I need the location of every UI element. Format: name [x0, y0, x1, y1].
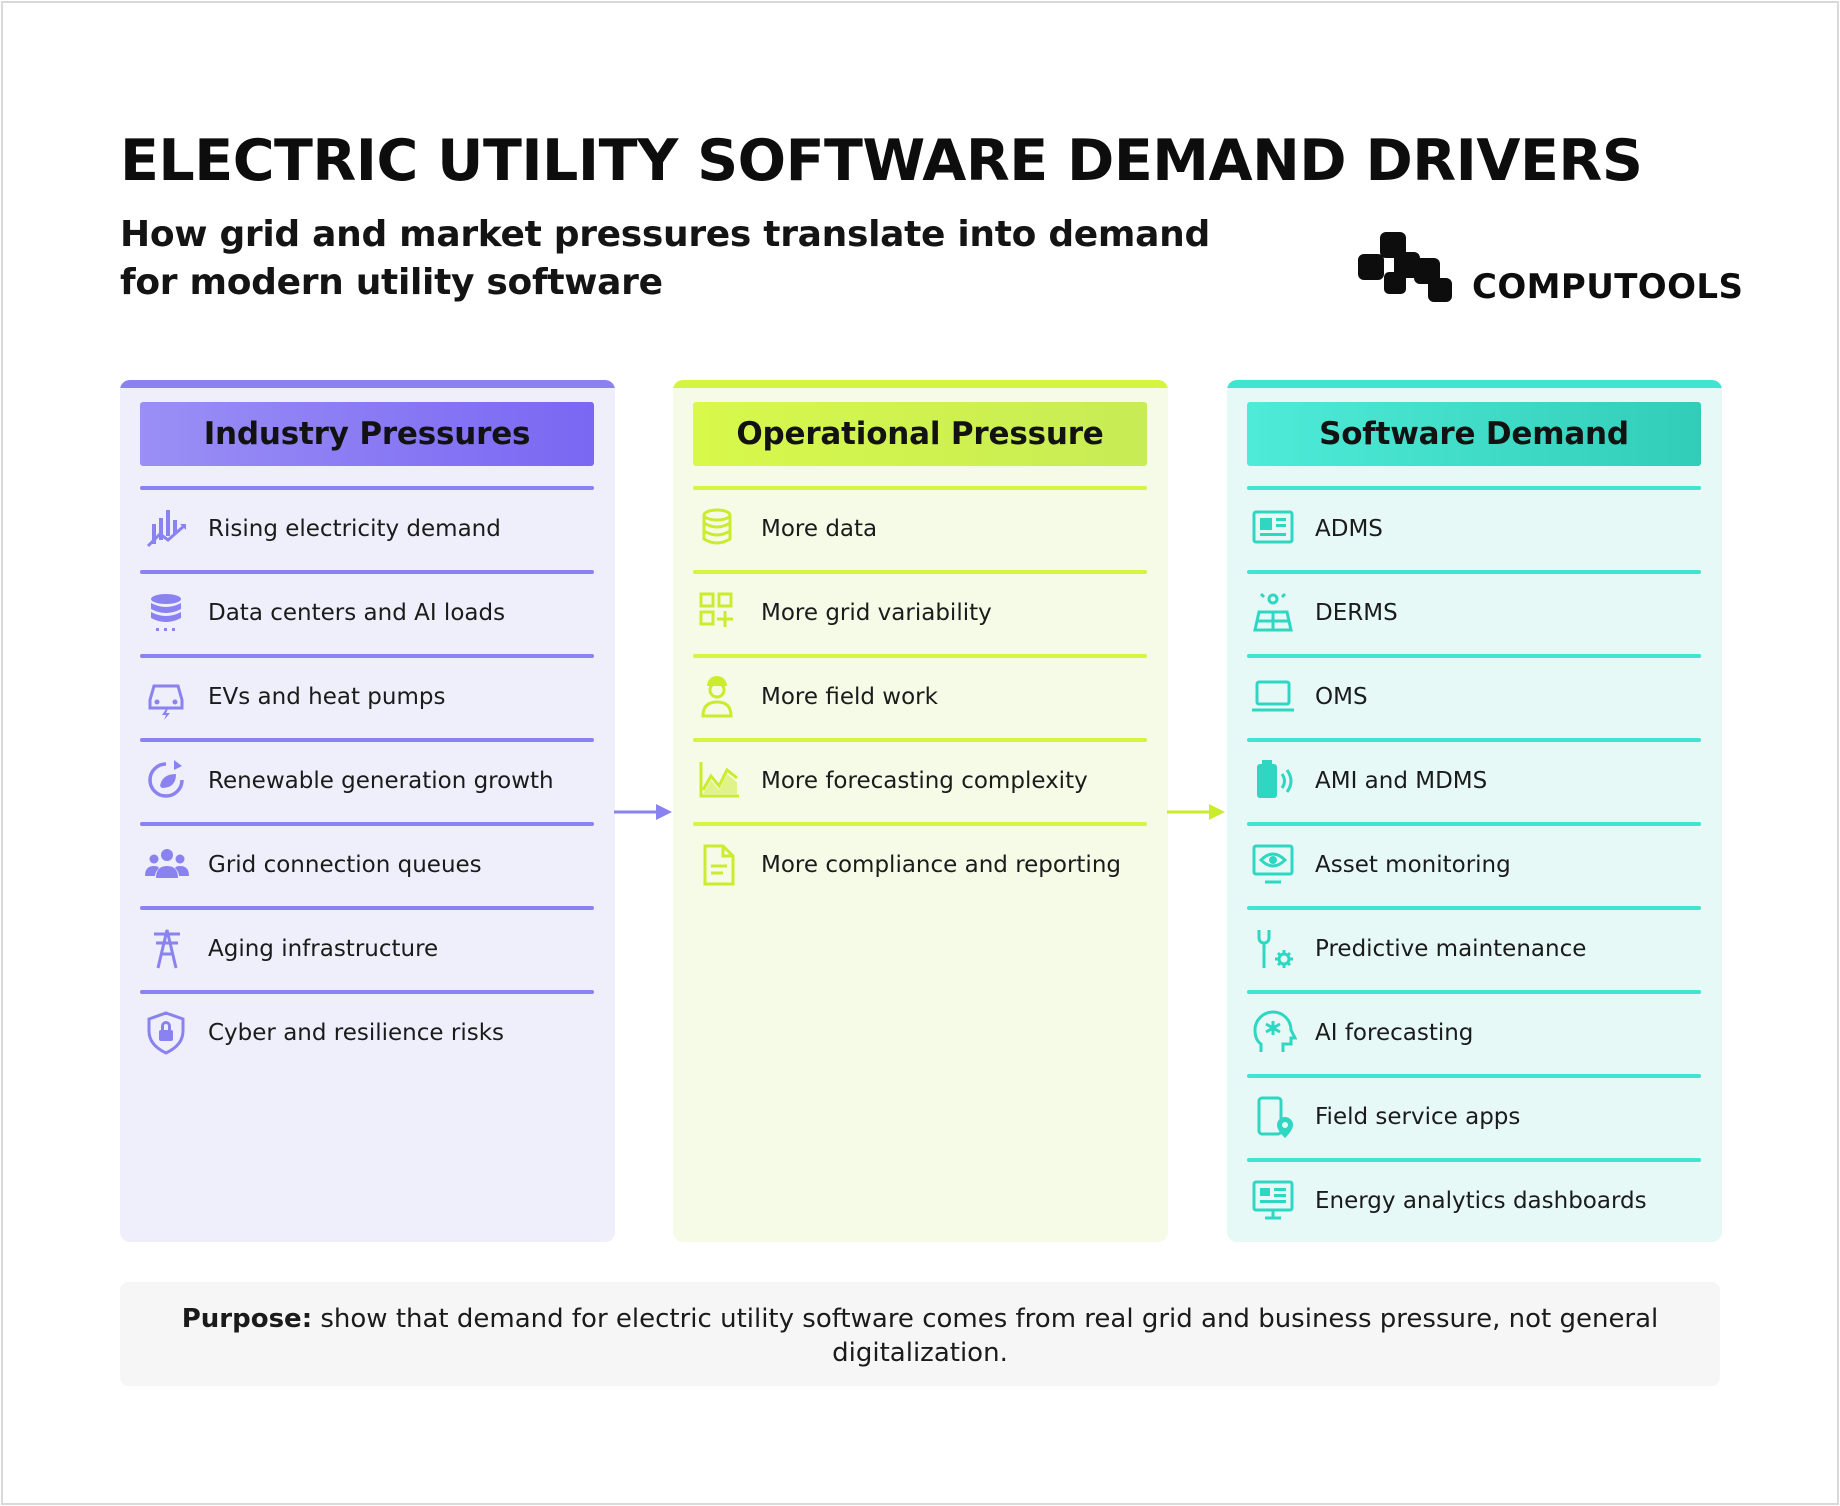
list-item: Predictive maintenance	[1247, 906, 1701, 990]
document-icon	[703, 844, 735, 886]
item-label: Energy analytics dashboards	[1315, 1188, 1647, 1214]
item-label: Cyber and resilience risks	[208, 1020, 504, 1046]
battery-signal-icon	[1257, 760, 1293, 798]
renewable-cycle-icon	[148, 760, 184, 798]
flow-arrow-icon	[1167, 804, 1225, 820]
brand-logo: COMPUTOOLS	[1358, 228, 1743, 304]
list-item: DERMS	[1247, 570, 1701, 654]
people-group-icon	[145, 849, 189, 878]
list-item: EVs and heat pumps	[140, 654, 594, 738]
list-item: More grid variability	[693, 570, 1147, 654]
item-label: Predictive maintenance	[1315, 936, 1587, 962]
list-item: Field service apps	[1247, 1074, 1701, 1158]
list-item: More data	[693, 486, 1147, 570]
item-label: Renewable generation growth	[208, 768, 554, 794]
item-label: Field service apps	[1315, 1104, 1521, 1130]
list-item: More forecasting complexity	[693, 738, 1147, 822]
database-icon	[702, 508, 732, 545]
purpose-label: Purpose:	[181, 1304, 313, 1334]
item-label: AMI and MDMS	[1315, 768, 1488, 794]
list-item: Aging infrastructure	[140, 906, 594, 990]
industry-pressures-column: Industry Pressures Rising electricity de…	[120, 380, 615, 1242]
list-item: More field work	[693, 654, 1147, 738]
list-item: Data centers and AI loads	[140, 570, 594, 654]
solar-panel-icon	[1253, 592, 1293, 632]
item-label: More compliance and reporting	[761, 852, 1122, 878]
grid-plus-icon	[699, 592, 733, 627]
dashboard-window-icon	[1252, 510, 1294, 544]
item-label: DERMS	[1315, 600, 1398, 626]
software-demand-column: Software Demand ADMS DERMS OMS AMI and M…	[1227, 380, 1722, 1242]
operational-pressure-column: Operational Pressure More data More grid…	[673, 380, 1168, 1242]
list-item: Cyber and resilience risks	[140, 990, 594, 1074]
rising-chart-icon	[146, 510, 186, 548]
purpose-text: show that demand for electric utility so…	[320, 1304, 1659, 1368]
item-label: Grid connection queues	[208, 852, 482, 878]
analytics-monitor-icon	[1252, 1180, 1294, 1220]
computools-mark-icon	[1358, 232, 1452, 302]
power-tower-icon	[154, 929, 180, 969]
list-item: More compliance and reporting	[693, 822, 1147, 906]
brand-name: COMPUTOOLS	[1472, 267, 1744, 307]
list-item: Grid connection queues	[140, 822, 594, 906]
column-accent-bar	[673, 380, 1168, 388]
flow-arrow-icon	[614, 804, 672, 820]
list-item: AMI and MDMS	[1247, 738, 1701, 822]
list-item: Energy analytics dashboards	[1247, 1158, 1701, 1242]
list-item: ADMS	[1247, 486, 1701, 570]
column-accent-bar	[1227, 380, 1722, 388]
ev-car-icon	[148, 684, 184, 720]
list-item: Renewable generation growth	[140, 738, 594, 822]
item-label: More data	[761, 516, 878, 542]
column-accent-bar	[120, 380, 615, 388]
purpose-note: Purpose: show that demand for electric u…	[120, 1282, 1720, 1386]
shield-lock-icon	[147, 1011, 185, 1055]
item-label: OMS	[1315, 684, 1368, 710]
item-label: Data centers and AI loads	[208, 600, 506, 626]
item-label: ADMS	[1315, 516, 1383, 542]
column-heading: Software Demand	[1247, 402, 1701, 466]
item-label: EVs and heat pumps	[208, 684, 446, 710]
list-item: Rising electricity demand	[140, 486, 594, 570]
item-label: Aging infrastructure	[208, 936, 439, 962]
field-worker-icon	[701, 676, 733, 718]
monitor-eye-icon	[1252, 844, 1294, 884]
item-label: More forecasting complexity	[761, 768, 1088, 794]
database-icon	[151, 594, 181, 631]
page-title: ELECTRIC UTILITY SOFTWARE DEMAND DRIVERS	[120, 128, 1643, 194]
list-item: Asset monitoring	[1247, 822, 1701, 906]
page-subtitle: How grid and market pressures translate …	[120, 214, 1210, 303]
list-item: AI forecasting	[1247, 990, 1701, 1074]
item-label: AI forecasting	[1315, 1020, 1474, 1046]
list-item: OMS	[1247, 654, 1701, 738]
mobile-location-icon	[1257, 1096, 1293, 1138]
ai-head-icon	[1253, 1010, 1297, 1052]
item-label: Asset monitoring	[1315, 852, 1511, 878]
item-label: Rising electricity demand	[208, 516, 501, 542]
wrench-gear-icon	[1257, 930, 1293, 968]
forecast-chart-icon	[699, 762, 739, 798]
column-heading: Operational Pressure	[693, 402, 1147, 466]
laptop-icon	[1252, 680, 1294, 712]
item-label: More field work	[761, 684, 938, 710]
column-heading: Industry Pressures	[140, 402, 594, 466]
item-label: More grid variability	[761, 600, 992, 626]
